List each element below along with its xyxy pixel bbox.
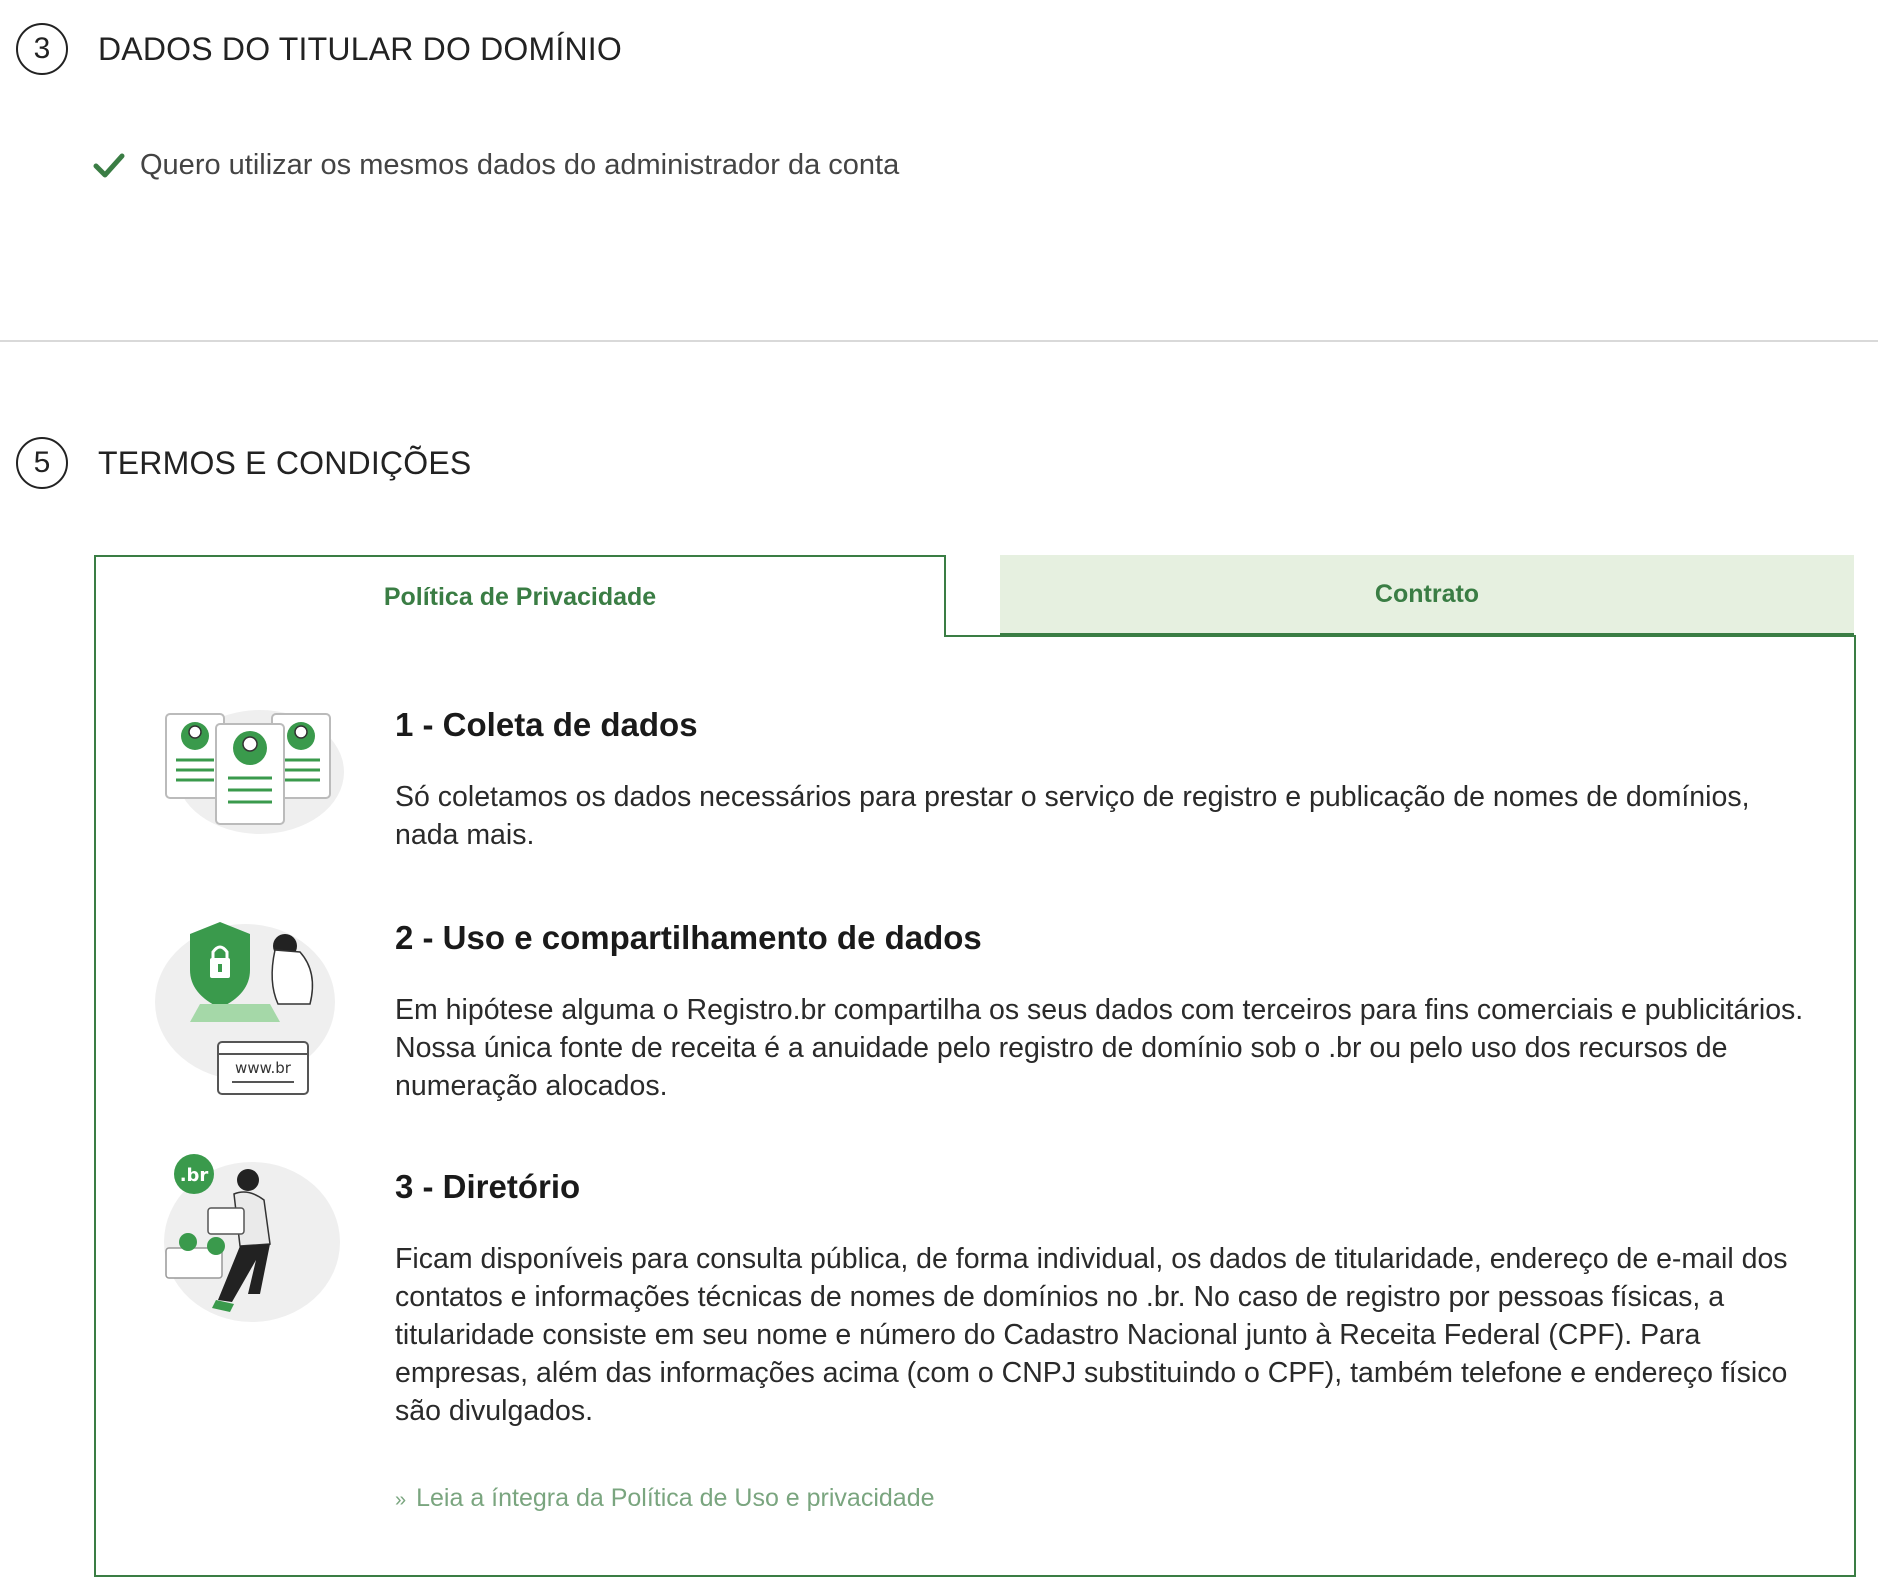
checkbox-label: Quero utilizar os mesmos dados do admini… [140,148,900,181]
section-body: Em hipótese alguma o Registro.br compart… [395,994,1804,1102]
section-divider [0,340,1878,342]
full-policy-link[interactable]: » Leia a íntegra da Política de Uso e pri… [395,1484,935,1513]
step-3-header: 3 DADOS DO TITULAR DO DOMÍNIO [16,23,622,75]
section-body: Ficam disponíveis para consulta pública,… [395,1243,1788,1427]
same-data-checkbox[interactable]: Quero utilizar os mesmos dados do admini… [92,148,899,182]
section-title-terms: TERMOS E CONDIÇÕES [98,444,472,481]
step-number-badge: 3 [16,23,68,75]
step-5-header: 5 TERMOS E CONDIÇÕES [16,437,471,489]
double-chevron-icon: » [395,1489,407,1511]
section-directory: 3 - Diretório Ficam disponíveis para con… [395,1168,1815,1430]
illustration-browser-text: www.br [235,1059,292,1077]
step-number: 5 [33,446,51,479]
section-title-titular: DADOS DO TITULAR DO DOMÍNIO [98,30,622,67]
section-data-sharing: 2 - Uso e compartilhamento de dados Em h… [395,919,1815,1105]
tab-contract[interactable]: Contrato [1000,555,1854,635]
security-shield-illustration: www.br [155,922,335,1095]
directory-person-illustration: .br [164,1154,340,1322]
step-number: 3 [33,32,51,65]
checkmark-icon [93,153,125,178]
section-body: Só coletamos os dados necessários para p… [395,781,1750,851]
illustration-br-text: .br [180,1165,209,1186]
tab-privacy-policy[interactable]: Política de Privacidade [94,555,946,637]
section-heading: 1 - Coleta de dados [395,706,698,743]
section-heading: 2 - Uso e compartilhamento de dados [395,919,982,956]
tab-connector [96,635,944,638]
section-data-collection: 1 - Coleta de dados Só coletamos os dado… [395,706,1815,854]
full-policy-link-label: Leia a íntegra da Política de Uso e priv… [416,1484,935,1512]
step-number-badge: 5 [16,437,68,489]
profile-cards-illustration [165,710,344,834]
section-heading: 3 - Diretório [395,1168,581,1205]
